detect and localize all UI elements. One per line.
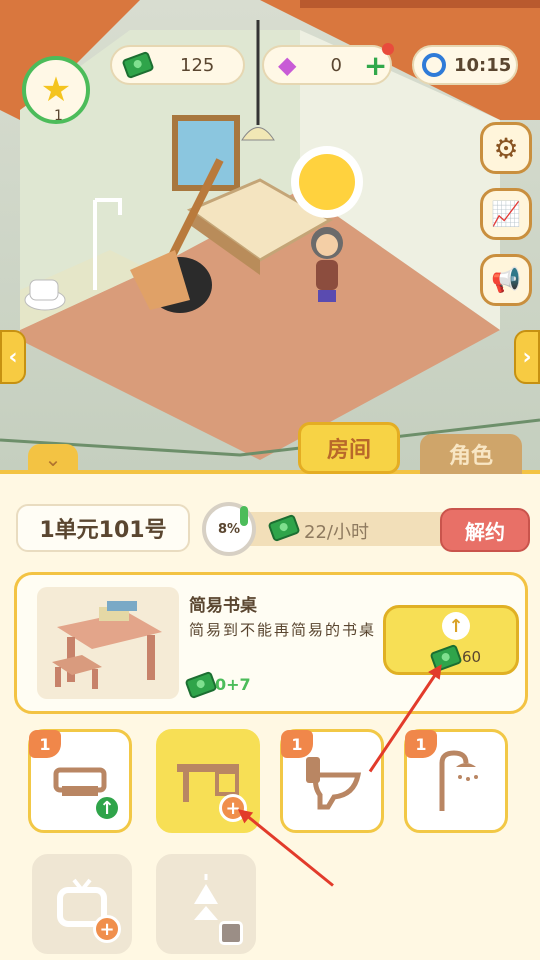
clock-value: 10:15: [454, 54, 512, 76]
item-detail-card: 简易书桌 简易到不能再简易的书桌 0+7 ↑ 60: [14, 572, 528, 714]
slot-level-badge: 1: [281, 730, 313, 758]
furniture-slot-tv[interactable]: +: [32, 854, 132, 954]
slot-level-badge: 1: [29, 730, 61, 758]
item-description: 简易到不能再简易的书桌: [189, 621, 377, 639]
prev-room-button[interactable]: ‹: [0, 330, 26, 384]
room-panel: 1单元101号 8% 22/小时 解约 简易书桌 简易到不能再简易的书桌 0+7…: [0, 470, 540, 960]
time-display: 10:15: [412, 45, 518, 85]
slot-level-badge: 1: [405, 730, 437, 758]
chevron-right-icon: ›: [522, 344, 532, 370]
tab-character[interactable]: 角色: [420, 434, 522, 474]
upgrade-arrow-icon: ↑: [442, 612, 470, 640]
next-room-button[interactable]: ›: [514, 330, 540, 384]
gear-icon: ⚙: [493, 131, 519, 165]
upgrade-available-icon: ↑: [93, 794, 121, 822]
desk-illustration: [52, 601, 162, 689]
shower-icon: [439, 750, 478, 811]
item-bonus: 0+7: [215, 675, 251, 694]
collapse-panel-button[interactable]: ⌄: [28, 444, 78, 474]
item-image: [37, 587, 179, 699]
occupancy-percent: 8%: [217, 521, 241, 537]
terminate-button[interactable]: 解约: [440, 508, 530, 552]
add-icon: +: [93, 915, 121, 943]
cash-counter[interactable]: 125: [110, 45, 245, 85]
room-name: 1单元101号: [39, 518, 167, 543]
level-badge[interactable]: ★ 1: [22, 56, 90, 124]
game-scene: ★ 1 125 ◆ 0 + 10:15 ⚙ 📈 📢 ‹ ›: [0, 0, 540, 470]
gem-counter[interactable]: ◆ 0 +: [262, 43, 394, 85]
income-rate: 22/小时: [304, 522, 369, 543]
star-icon: ★: [40, 70, 72, 110]
announce-button[interactable]: 📢: [480, 254, 532, 306]
megaphone-icon: 📢: [491, 266, 521, 294]
terminate-label: 解约: [465, 519, 505, 544]
tab-room-label: 房间: [326, 438, 371, 463]
lock-icon: [219, 921, 243, 945]
upgrade-button[interactable]: ↑ 60: [383, 605, 519, 675]
notification-dot: [382, 43, 394, 55]
stats-button[interactable]: 📈: [480, 188, 532, 240]
upgrade-cost: 60: [462, 648, 482, 666]
furniture-slot-shower[interactable]: 1: [404, 729, 508, 833]
settings-button[interactable]: ⚙: [480, 122, 532, 174]
tab-room[interactable]: 房间: [298, 422, 400, 474]
furniture-slot-toilet[interactable]: 1: [280, 729, 384, 833]
ring-fill: [240, 506, 248, 526]
toilet-icon: [306, 757, 362, 810]
clock-icon: [422, 53, 446, 77]
chevron-down-icon: ⌄: [44, 447, 62, 471]
furniture-slot-lamp-locked[interactable]: [156, 854, 256, 954]
occupancy-ring: 8%: [202, 502, 256, 556]
chart-icon: 📈: [491, 200, 521, 228]
cash-value: 125: [180, 54, 215, 76]
cash-icon: [121, 50, 155, 80]
gem-icon: ◆: [278, 51, 297, 79]
room-name-box: 1单元101号: [16, 504, 190, 552]
item-title: 简易书桌: [189, 596, 257, 616]
level-number: 1: [54, 108, 63, 124]
chevron-left-icon: ‹: [8, 344, 18, 370]
bonus-cash-icon: [184, 670, 218, 700]
tab-character-label: 角色: [448, 444, 493, 469]
furniture-slot-bed[interactable]: 1 ↑: [28, 729, 132, 833]
gem-value: 0: [330, 54, 342, 76]
